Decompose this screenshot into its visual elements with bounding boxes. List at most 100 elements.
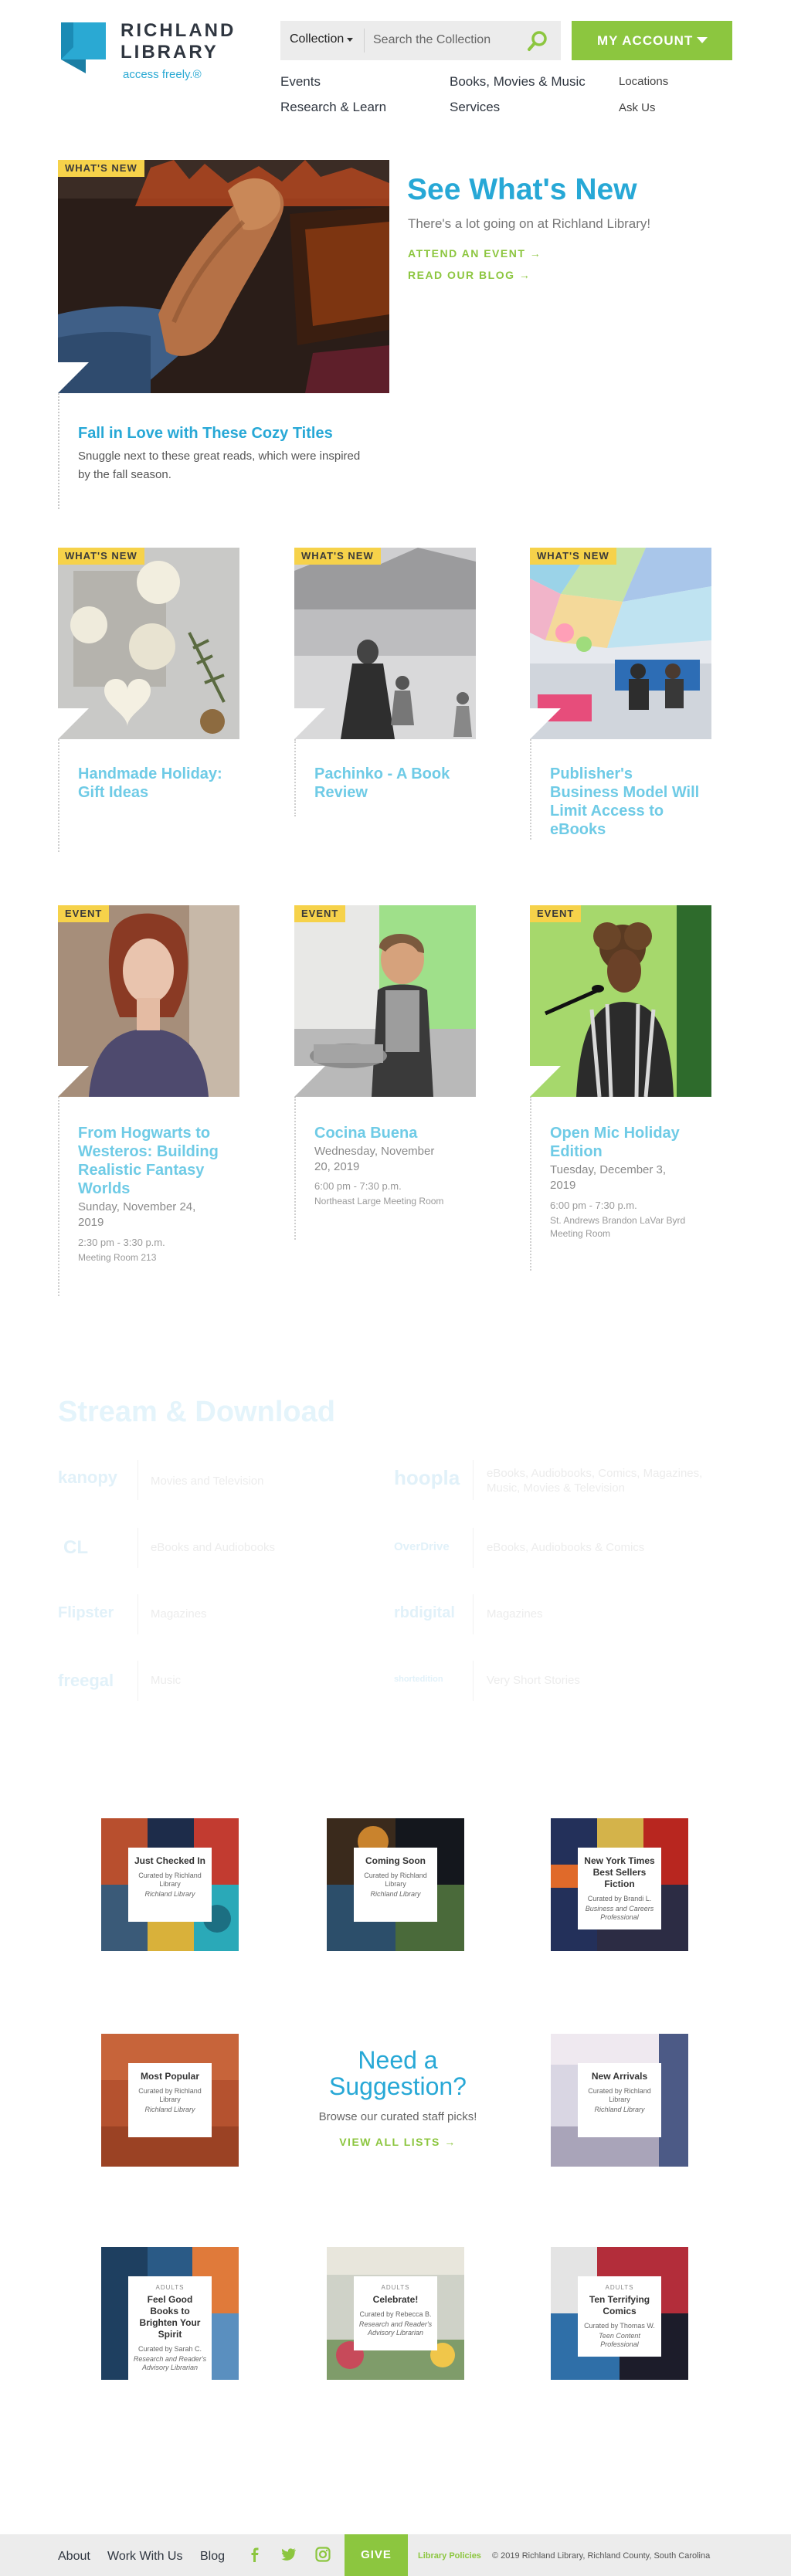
article-card-image[interactable]: WHAT'S NEW — [530, 548, 711, 739]
service-divider — [137, 1528, 138, 1568]
event-badge: EVENT — [530, 905, 582, 922]
suggestion-heading: Need a Suggestion? — [329, 2046, 467, 2100]
list-label: ADULTS Feel Good Books to Brighten Your … — [128, 2276, 212, 2380]
read-blog-link[interactable]: READ OUR BLOG → — [408, 269, 531, 281]
cloudlibrary-logo[interactable]: CL — [63, 1537, 88, 1559]
give-button[interactable]: GIVE — [345, 2534, 408, 2576]
logo-title[interactable]: RICHLAND LIBRARY — [121, 20, 236, 63]
nav-ask-us[interactable]: Ask Us — [619, 101, 656, 114]
my-account-button[interactable]: MY ACCOUNT — [572, 21, 732, 60]
kanopy-logo[interactable]: kanopy — [58, 1468, 117, 1488]
list-title: New York Times Best Sellers Fiction — [584, 1855, 655, 1889]
event-title[interactable]: Open Mic Holiday Edition — [550, 1124, 704, 1161]
event-time: 6:00 pm - 7:30 p.m. — [550, 1200, 637, 1211]
footer-copyright: © 2019 Richland Library, Richland County… — [492, 2551, 711, 2561]
whats-new-subtitle: There's a lot going on at Richland Libra… — [408, 216, 651, 231]
nav-services[interactable]: Services — [450, 100, 500, 115]
list-title: Ten Terrifying Comics — [589, 2294, 650, 2316]
service-divider — [473, 1661, 474, 1701]
library-policies-link[interactable]: Library Policies — [418, 2551, 481, 2561]
event-badge: EVENT — [58, 905, 110, 922]
library-logo-icon[interactable] — [58, 21, 109, 75]
list-title: Just Checked In — [134, 1855, 206, 1866]
nav-locations[interactable]: Locations — [619, 75, 668, 88]
list-card[interactable]: Coming Soon Curated by Richland Library … — [327, 1818, 464, 1951]
article-title[interactable]: Publisher's Business Model Will Limit Ac… — [550, 765, 704, 839]
card-divider — [58, 1097, 59, 1296]
search-scope-select[interactable]: Collection — [290, 32, 344, 46]
service-divider — [473, 1528, 474, 1568]
facebook-icon[interactable] — [247, 2547, 263, 2562]
view-all-lists-link[interactable]: VIEW ALL LISTS → — [301, 2136, 494, 2148]
footer-work-link[interactable]: Work With Us — [107, 2550, 182, 2564]
hoopla-logo[interactable]: hoopla — [394, 1466, 460, 1490]
freegal-logo[interactable]: freegal — [58, 1671, 114, 1691]
featured-post-title[interactable]: Fall in Love with These Cozy Titles — [78, 425, 333, 443]
list-card[interactable]: Just Checked In Curated by Richland Libr… — [101, 1818, 239, 1951]
list-label: Most Popular Curated by Richland Library… — [128, 2063, 212, 2137]
event-title[interactable]: Cocina Buena — [314, 1124, 469, 1142]
list-curator-org: Research and Reader's Advisory Librarian — [358, 2320, 433, 2337]
event-date: Tuesday, December 3, 2019 — [550, 1163, 667, 1192]
footer-about-link[interactable]: About — [58, 2550, 90, 2564]
list-curator: Curated by Richland Library — [588, 2087, 651, 2103]
list-curator: Curated by Thomas W. — [584, 2322, 655, 2330]
article-card-image[interactable]: WHAT'S NEW — [58, 548, 239, 739]
service-divider — [137, 1460, 138, 1500]
site-footer: About Work With Us Blog GIVE Library Pol… — [0, 2534, 791, 2576]
article-title[interactable]: Handmade Holiday: Gift Ideas — [78, 765, 233, 802]
service-description: eBooks and Audiobooks — [151, 1541, 275, 1554]
list-curator-org: Richland Library — [370, 1890, 421, 1898]
event-room: Meeting Room 213 — [78, 1252, 157, 1263]
attend-event-link[interactable]: ATTEND AN EVENT → — [408, 247, 541, 260]
footer-blog-link[interactable]: Blog — [200, 2550, 225, 2564]
logo-title-line2: LIBRARY — [121, 42, 219, 63]
service-description: Magazines — [487, 1607, 543, 1621]
list-card[interactable]: ADULTS Ten Terrifying Comics Curated by … — [551, 2247, 688, 2380]
list-curator-org: Research and Reader's Advisory Librarian — [133, 2355, 207, 2371]
service-description: Music — [151, 1674, 182, 1687]
short-edition-logo[interactable]: shortedition — [394, 1675, 443, 1684]
list-title: Most Popular — [140, 2071, 199, 2082]
event-time: 6:00 pm - 7:30 p.m. — [314, 1180, 402, 1192]
list-card[interactable]: New Arrivals Curated by Richland Library… — [551, 2034, 688, 2167]
list-label: New Arrivals Curated by Richland Library… — [578, 2063, 661, 2137]
article-card-image[interactable]: WHAT'S NEW — [294, 548, 476, 739]
twitter-icon[interactable] — [281, 2547, 297, 2562]
logo-title-line1: RICHLAND — [121, 20, 236, 41]
list-card[interactable]: Most Popular Curated by Richland Library… — [101, 2034, 239, 2167]
list-curator: Curated by Richland Library — [364, 1872, 427, 1888]
list-card[interactable]: ADULTS Celebrate! Curated by Rebecca B. … — [327, 2247, 464, 2380]
card-divider — [294, 1097, 296, 1240]
featured-post-image[interactable]: WHAT'S NEW — [58, 160, 389, 393]
search-input[interactable] — [373, 31, 520, 49]
nav-research-learn[interactable]: Research & Learn — [280, 100, 386, 115]
rbdigital-logo[interactable]: rbdigital — [394, 1604, 455, 1622]
service-description: eBooks, Audiobooks, Comics, Magazines, M… — [487, 1467, 703, 1495]
nav-books-movies-music[interactable]: Books, Movies & Music — [450, 74, 586, 90]
event-card-image[interactable]: EVENT — [294, 905, 476, 1097]
list-curator-org: Business and Careers Professional — [585, 1905, 654, 1921]
instagram-icon[interactable] — [315, 2547, 331, 2562]
list-card[interactable]: New York Times Best Sellers Fiction Cura… — [551, 1818, 688, 1951]
event-card-image[interactable]: EVENT — [58, 905, 239, 1097]
event-badge: EVENT — [294, 905, 346, 922]
list-card[interactable]: ADULTS Feel Good Books to Brighten Your … — [101, 2247, 239, 2380]
service-divider — [473, 1460, 474, 1500]
list-title: Coming Soon — [365, 1855, 426, 1866]
event-date: Sunday, November 24, 2019 — [78, 1200, 196, 1229]
my-account-label: MY ACCOUNT — [597, 33, 694, 48]
article-badge: WHAT'S NEW — [58, 548, 144, 565]
cozy-socks-photo — [58, 160, 389, 393]
nav-events[interactable]: Events — [280, 74, 321, 90]
event-card-image[interactable]: EVENT — [530, 905, 711, 1097]
flipster-logo[interactable]: Flipster — [58, 1604, 114, 1622]
list-curator: Curated by Brandi L. — [587, 1895, 652, 1902]
suggestion-subtitle: Browse our curated staff picks! — [318, 2110, 477, 2123]
list-curator: Curated by Rebecca B. — [359, 2310, 432, 2318]
cooking-class-photo — [294, 905, 476, 1097]
search-icon[interactable] — [526, 29, 549, 53]
article-title[interactable]: Pachinko - A Book Review — [314, 765, 469, 802]
overdrive-logo[interactable]: OverDrive — [394, 1540, 450, 1553]
event-title[interactable]: From Hogwarts to Westeros: Building Real… — [78, 1124, 240, 1198]
